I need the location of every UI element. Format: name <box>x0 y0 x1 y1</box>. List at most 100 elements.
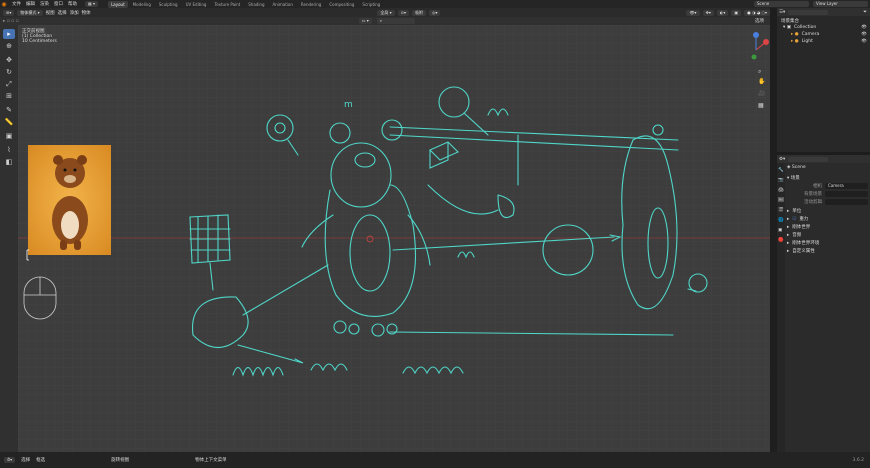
transform-orientation-dropdown[interactable]: 全局 ▾ <box>377 9 395 16</box>
3d-viewport[interactable]: m ⌕ ✋ 🎥 ▦ 正交前视图 (1) Collection 10 Centim… <box>18 25 770 452</box>
property-panel-header[interactable]: ▸ 刚体世界环境 <box>787 240 868 248</box>
options-menu[interactable]: 选项 <box>755 18 764 24</box>
property-tab-icons[interactable]: 🔧 📷 🖨 🖼 🎬 🌐 ▣ 🔴 <box>777 163 785 249</box>
property-label: 相机 <box>813 183 822 189</box>
status-bar: ⏱▾ 选择 框选 旋转视图 物体上下文菜单 3.6.2 <box>0 452 870 468</box>
property-field[interactable]: Camera <box>825 182 868 189</box>
extra-tool-icon[interactable]: ◧ <box>3 157 15 167</box>
property-label: 背景场景 <box>804 191 822 197</box>
shading-buttons[interactable]: ● ◑ ◕ ○▾ <box>744 9 770 16</box>
overlay-toggle[interactable]: ◐▾ <box>716 9 729 16</box>
workspace-tab-compositing[interactable]: Compositing <box>326 1 357 8</box>
cursor-tool-icon[interactable]: ⊕ <box>3 41 15 51</box>
property-panel-header[interactable]: ▸ 刚体世界 <box>787 224 868 232</box>
outliner-panel: ☰▾ ⏷ 场景集合 ▾ ▣ Collection 👁 ▸ ● Camera 👁 ▸ ● Lig… <box>777 8 870 152</box>
search-field[interactable]: ⌕ <box>376 18 415 24</box>
scene-name: ◈ Scene <box>787 165 806 170</box>
outliner-title: 场景集合 <box>781 19 799 24</box>
editor-type-button[interactable]: ⊞▾ <box>3 9 15 16</box>
add-cube-tool-icon[interactable]: ▣ <box>3 131 15 141</box>
visibility-eye-icon[interactable]: 👁 <box>861 24 867 31</box>
workspace-tab-sculpting[interactable]: Sculpting <box>156 1 181 8</box>
property-panel-header[interactable]: ▸ 音频 <box>787 232 868 240</box>
measure-tool-icon[interactable]: 📏 <box>3 117 15 127</box>
timeline-editor-icon[interactable]: ⏱▾ <box>4 457 16 463</box>
add-menu[interactable]: 添加 <box>70 10 79 16</box>
workspace-tab-layout[interactable]: Layout <box>108 0 128 8</box>
menu-item-4[interactable]: 帮助 <box>68 1 77 7</box>
rotate-tool-icon[interactable]: ↻ <box>3 67 15 77</box>
annotate-tool-icon[interactable]: ✎ <box>3 105 15 115</box>
mode-dropdown[interactable]: 物体模式 ▾ <box>17 9 43 16</box>
pivot-dropdown[interactable]: ⊙▾ <box>397 9 409 16</box>
select-box-tool-icon[interactable]: ▸ <box>3 29 15 39</box>
editor-type-button[interactable]: ▦ ▾ <box>85 1 99 7</box>
zoom-icon[interactable]: ⌕ <box>758 68 761 75</box>
visibility-button[interactable]: 👁▾ <box>686 9 700 16</box>
pan-icon[interactable]: ✋ <box>758 77 765 85</box>
ortho-toggle-icon[interactable]: ▦ <box>758 102 764 109</box>
property-label: 活动剪辑 <box>804 199 822 205</box>
drawing-plane-dropdown[interactable]: ▭ ▾ <box>358 18 372 24</box>
viewport-header: ⊞▾ 物体模式 ▾ 视图 选择 添加 物体 全局 ▾ ⊙▾ 吸附 ◎▾ 👁▾ ✥… <box>0 8 770 17</box>
expand-arrow-icon: ▸ <box>787 249 790 254</box>
snap-toggle[interactable]: 吸附 <box>411 9 426 16</box>
scale-tool-icon[interactable]: ⤢ <box>3 79 15 89</box>
scene-section[interactable]: ▾ 场景 <box>787 175 868 181</box>
workspace-tab-texture-paint[interactable]: Texture Paint <box>211 1 243 8</box>
transform-tool-icon[interactable]: ⊞ <box>3 91 15 101</box>
outliner-item[interactable]: ▸ ● Light 👁 <box>777 38 870 45</box>
properties-search[interactable] <box>788 156 829 162</box>
menu-item-2[interactable]: 渲染 <box>40 1 49 7</box>
tool-settings-label: ▸ ▫ ▫ ▫ <box>3 18 19 24</box>
expand-arrow-icon: ▸ <box>787 225 790 230</box>
expand-arrow-icon: ▸ <box>787 241 790 246</box>
properties-type-icon[interactable]: ⚙▾ <box>779 157 785 162</box>
scene-selector[interactable]: Scene <box>754 1 809 7</box>
menu-item-0[interactable]: 文件 <box>12 1 21 7</box>
status-box-select: 框选 <box>36 458 46 463</box>
property-field[interactable] <box>825 198 868 205</box>
workspace-tab-rendering[interactable]: Rendering <box>298 1 324 8</box>
workspace-tab-animation[interactable]: Animation <box>270 1 296 8</box>
outliner-item[interactable]: ▸ ● Camera 👁 <box>777 31 870 38</box>
property-panel-header[interactable]: ▸ 单位 <box>787 208 868 216</box>
property-row: 背景场景 <box>787 190 868 197</box>
outliner-item[interactable]: ▾ ▣ Collection 👁 <box>777 24 870 31</box>
workspace-tabs: Layout Modeling Sculpting UV Editing Texture… <box>108 0 383 8</box>
workspace-tab-shading[interactable]: Shading <box>245 1 267 8</box>
outliner-search[interactable] <box>788 9 829 15</box>
expand-arrow-icon: ▸ <box>787 233 790 238</box>
annotate-line-tool-icon[interactable]: ⌇ <box>3 145 15 155</box>
gizmo-toggle[interactable]: ✥▾ <box>702 9 714 16</box>
proportional-edit-toggle[interactable]: ◎▾ <box>428 9 441 16</box>
menu-item-3[interactable]: 窗口 <box>54 1 63 7</box>
property-row: 相机 Camera <box>787 182 868 189</box>
move-tool-icon[interactable]: ✥ <box>3 55 15 65</box>
workspace-tab-modeling[interactable]: Modeling <box>130 1 154 8</box>
visibility-eye-icon[interactable]: 👁 <box>861 31 867 38</box>
view-menu[interactable]: 视图 <box>46 10 55 16</box>
view-layer-selector[interactable]: View Layer <box>813 1 868 7</box>
version-label: 3.6.2 <box>852 457 864 463</box>
camera-view-icon[interactable]: 🎥 <box>758 89 766 97</box>
property-field[interactable] <box>825 190 868 197</box>
workspace-tab-scripting[interactable]: Scripting <box>359 1 383 8</box>
expand-arrow-icon: ▸ <box>787 209 790 214</box>
object-menu[interactable]: 物体 <box>82 10 91 16</box>
panel-label: 单位 <box>792 209 802 214</box>
property-panel-header[interactable]: ▸ ☑ 重力 <box>787 216 868 224</box>
outliner-item-label: Collection <box>793 25 817 30</box>
property-panel-header[interactable]: ▸ 自定义属性 <box>787 248 868 256</box>
menu-item-1[interactable]: 编辑 <box>26 1 35 7</box>
workspace-tab-uv-editing[interactable]: UV Editing <box>183 1 210 8</box>
select-menu[interactable]: 选择 <box>58 10 67 16</box>
xray-toggle[interactable]: ▣ <box>731 9 742 16</box>
blender-logo-icon[interactable]: ◉ <box>0 0 8 8</box>
gravity-checkbox[interactable]: ☑ <box>792 216 796 224</box>
visibility-eye-icon[interactable]: 👁 <box>861 38 867 45</box>
object-icon: ▸ ● <box>791 39 799 44</box>
reference-image-bear[interactable] <box>28 145 111 255</box>
filter-icon[interactable]: ⏷ <box>863 9 867 15</box>
outliner-type-icon[interactable]: ☰▾ <box>779 10 785 15</box>
